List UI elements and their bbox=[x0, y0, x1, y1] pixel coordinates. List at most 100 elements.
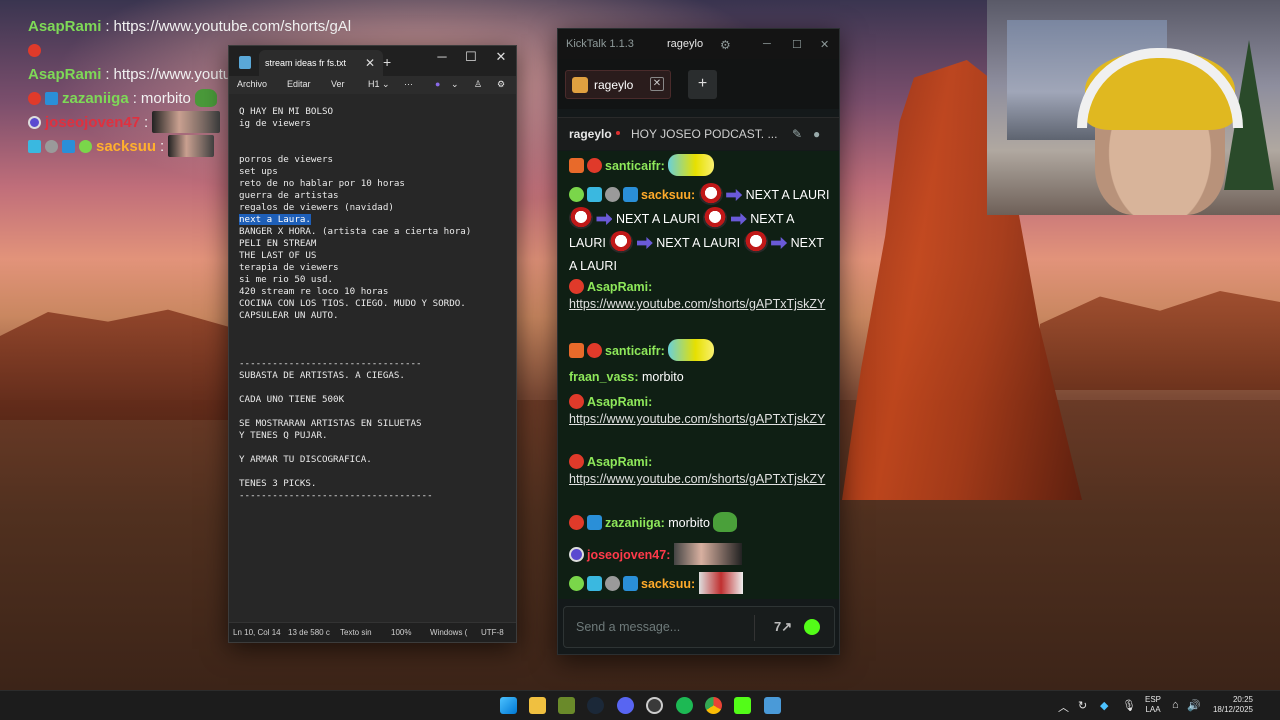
chat-message: santicaifr: bbox=[569, 339, 831, 363]
steam-icon[interactable] bbox=[587, 697, 604, 714]
chat-username[interactable]: AsapRami: bbox=[587, 395, 652, 409]
notepad-tab-title: stream ideas fr fs.txt bbox=[265, 58, 347, 68]
chat-link[interactable]: https://www.youtube.com/shorts/gAPTxTjsk… bbox=[569, 412, 825, 426]
channel-tab[interactable]: rageylo ✕ bbox=[565, 70, 671, 99]
overlay-username: AsapRami bbox=[28, 65, 102, 83]
more-options-button[interactable]: ··· bbox=[404, 79, 413, 89]
settings-gear-icon[interactable]: ⚙ bbox=[497, 79, 505, 90]
file-explorer-icon[interactable] bbox=[529, 697, 546, 714]
line-text: PELI EN STREAM bbox=[239, 238, 317, 249]
notepad-window: stream ideas fr fs.txt ✕ + ─ ☐ ✕ Archivo… bbox=[228, 45, 517, 643]
network-icon[interactable]: ⌂ bbox=[1172, 699, 1179, 711]
chat-link[interactable]: https://www.youtube.com/shorts/gAPTxTjsk… bbox=[569, 472, 825, 486]
menu-ver[interactable]: Ver bbox=[331, 79, 345, 89]
chat-input[interactable]: Send a message... 7↗ bbox=[563, 606, 835, 648]
maximize-icon[interactable]: ☐ bbox=[461, 49, 481, 65]
line-text: CAPSULEAR UN AUTO. bbox=[239, 310, 339, 321]
profile-icon[interactable]: ♙ bbox=[474, 79, 482, 90]
app-title: KickTalk 1.1.3 bbox=[566, 38, 634, 50]
chat-username[interactable]: sacksuu: bbox=[641, 577, 695, 591]
line-text: regalos de viewers (navidad) bbox=[239, 202, 394, 213]
chevron-down-icon[interactable]: ⌄ bbox=[451, 79, 459, 90]
kicktalk-emote-icon[interactable]: 7↗ bbox=[774, 619, 792, 635]
duck-emote-icon bbox=[668, 154, 715, 176]
language-indicator[interactable]: ESP LAA bbox=[1145, 695, 1161, 715]
text-line bbox=[239, 442, 509, 454]
user-icon[interactable]: ● bbox=[813, 127, 820, 141]
next-emote-icon bbox=[636, 237, 653, 249]
new-tab-button[interactable]: + bbox=[383, 54, 391, 70]
line-text: CADA UNO TIENE 500K bbox=[239, 394, 345, 405]
clock[interactable]: 20:25 18/12/2025 bbox=[1205, 695, 1253, 715]
sync-icon[interactable]: ↻ bbox=[1078, 699, 1087, 712]
chat-username[interactable]: AsapRami: bbox=[587, 280, 652, 294]
app-icon[interactable] bbox=[558, 697, 575, 714]
encoding[interactable]: UTF-8 bbox=[481, 628, 504, 637]
text-format[interactable]: Texto sin bbox=[340, 628, 372, 637]
chat-messages[interactable]: santicaifr: sacksuu: NEXT A LAURI NEXT A… bbox=[558, 151, 839, 599]
volume-icon[interactable]: 🔊 bbox=[1187, 699, 1201, 712]
security-icon[interactable]: ◆ bbox=[1100, 699, 1108, 712]
minimize-icon[interactable]: ─ bbox=[763, 38, 771, 50]
text-line: THE LAST OF US bbox=[239, 250, 509, 262]
badge-icon bbox=[587, 158, 602, 173]
badge-icon bbox=[62, 139, 75, 153]
heading-dropdown[interactable]: H1 bbox=[368, 79, 380, 89]
chat-username[interactable]: santicaifr: bbox=[605, 344, 665, 358]
chat-username[interactable]: santicaifr: bbox=[605, 159, 665, 173]
badge-icon bbox=[28, 43, 41, 57]
text-line: si me rio 50 usd. bbox=[239, 274, 509, 286]
copilot-icon[interactable]: ● bbox=[435, 79, 440, 89]
overlay-message: https://www.youtube.com/shorts/gAl bbox=[113, 17, 352, 35]
streamer-name[interactable]: rageylo bbox=[569, 127, 612, 141]
obs-icon[interactable] bbox=[646, 697, 663, 714]
chat-message: sacksuu: bbox=[569, 572, 831, 596]
close-tab-icon[interactable]: ✕ bbox=[650, 77, 664, 91]
notepad-titlebar[interactable]: stream ideas fr fs.txt ✕ + ─ ☐ ✕ bbox=[229, 46, 516, 76]
line-text: terapia de viewers bbox=[239, 262, 339, 273]
chevron-down-icon[interactable]: ⌄ bbox=[382, 79, 390, 90]
close-tab-icon[interactable]: ✕ bbox=[365, 56, 375, 70]
line-text: Y ARMAR TU DISCOGRAFICA. bbox=[239, 454, 372, 465]
channel-avatar bbox=[572, 76, 588, 93]
discord-icon[interactable] bbox=[617, 697, 634, 714]
char-count: 13 de 580 c bbox=[288, 628, 330, 637]
chrome-icon[interactable] bbox=[705, 697, 722, 714]
chat-username[interactable]: fraan_vass: bbox=[569, 370, 639, 384]
cat-emote-icon bbox=[698, 572, 743, 594]
notepad-tab[interactable]: stream ideas fr fs.txt ✕ bbox=[259, 50, 383, 76]
menu-editar[interactable]: Editar bbox=[287, 79, 311, 89]
pin-icon[interactable]: ✎ bbox=[792, 127, 802, 141]
spotify-icon[interactable] bbox=[676, 697, 693, 714]
zoom-level[interactable]: 100% bbox=[391, 628, 411, 637]
chat-username[interactable]: zazaniiga: bbox=[605, 516, 665, 530]
chevron-up-icon[interactable]: ︿ bbox=[1058, 699, 1069, 715]
minimize-icon[interactable]: ─ bbox=[432, 49, 452, 64]
chat-username[interactable]: joseojoven47: bbox=[587, 548, 670, 562]
chat-text: NEXT A LAURI bbox=[615, 212, 700, 226]
chat-input-placeholder: Send a message... bbox=[576, 620, 681, 634]
add-channel-button[interactable]: + bbox=[688, 70, 717, 99]
chat-username[interactable]: sacksuu: bbox=[641, 188, 695, 202]
notepad-text-area[interactable]: Q HAY EN MI BOLSO ig de viewers porros de … bbox=[239, 106, 509, 502]
line-ending[interactable]: Windows ( bbox=[430, 628, 467, 637]
menu-archivo[interactable]: Archivo bbox=[237, 79, 267, 89]
close-window-icon[interactable]: ✕ bbox=[820, 38, 829, 51]
next-emote-icon bbox=[596, 213, 613, 225]
kick-icon[interactable] bbox=[734, 697, 751, 714]
microphone-icon[interactable]: 🎙 bbox=[1122, 699, 1136, 712]
notepad-taskbar-icon[interactable] bbox=[764, 697, 781, 714]
badge-icon bbox=[605, 576, 620, 591]
overlay-username: sacksuu bbox=[96, 137, 157, 155]
overlay-username: zazaniiga bbox=[62, 89, 129, 107]
chat-link[interactable]: https://www.youtube.com/shorts/gAPTxTjsk… bbox=[569, 297, 825, 311]
overlay-username: AsapRami bbox=[28, 17, 102, 35]
windows-start-icon[interactable] bbox=[500, 697, 517, 714]
kicktalk-titlebar[interactable]: KickTalk 1.1.3 rageylo ⚙ ─ ☐ ✕ bbox=[558, 29, 839, 59]
maximize-icon[interactable]: ☐ bbox=[792, 38, 802, 51]
close-window-icon[interactable]: ✕ bbox=[491, 49, 511, 65]
emoji-icon[interactable] bbox=[804, 619, 820, 635]
chat-username[interactable]: AsapRami: bbox=[587, 455, 652, 469]
settings-gear-icon[interactable]: ⚙ bbox=[720, 38, 731, 52]
account-name[interactable]: rageylo bbox=[667, 38, 703, 50]
